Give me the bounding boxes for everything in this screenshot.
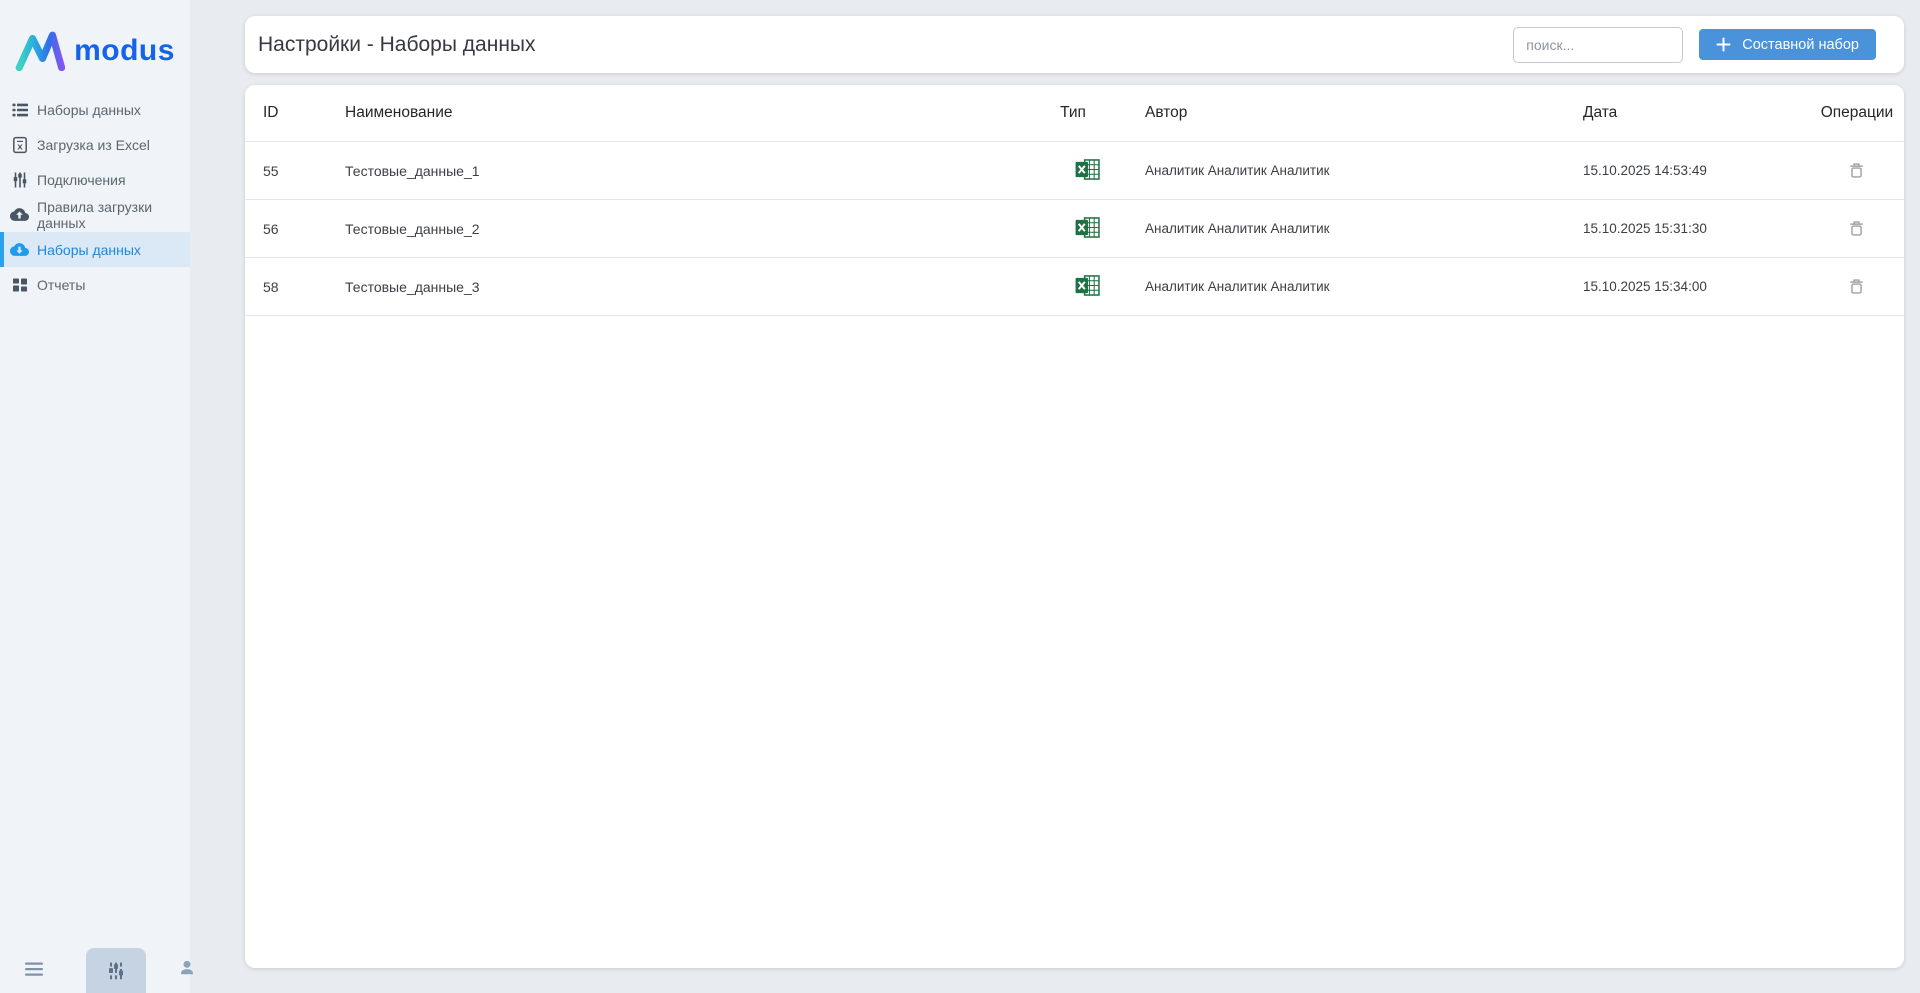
main-content: Настройки - Наборы данных Составной набо…: [190, 0, 1920, 993]
page-header: Настройки - Наборы данных Составной набо…: [245, 16, 1904, 73]
cell-operations: [1809, 199, 1904, 258]
sidebar-item-label: Правила загрузки данных: [37, 198, 153, 231]
column-header-type: Тип: [1060, 104, 1086, 121]
excel-type-icon: [1075, 158, 1100, 180]
trash-icon: [1847, 220, 1866, 241]
logo-wordmark: modus: [74, 34, 175, 67]
cell-author: Аналитик Аналитик Аналитик: [1145, 141, 1583, 200]
sidebar-footer: [0, 948, 193, 993]
excel-type-icon: [1075, 216, 1100, 238]
cell-id: 56: [245, 199, 346, 258]
column-header-author: Автор: [1145, 104, 1188, 121]
cell-type: [1060, 257, 1145, 316]
sidebar-item-label: Подключения: [37, 171, 126, 188]
datasets-table-card: ID Наименование Тип Автор Дата Операции …: [245, 85, 1904, 968]
sidebar-item-reports[interactable]: Отчеты: [0, 267, 190, 302]
delete-button[interactable]: [1845, 217, 1868, 240]
list-icon: [10, 100, 29, 119]
sidebar-item-label: Загрузка из Excel: [37, 136, 150, 153]
excel-type-icon: [1075, 274, 1100, 296]
grid-icon: [10, 275, 29, 294]
delete-button[interactable]: [1845, 159, 1868, 182]
sliders-icon: [10, 170, 29, 189]
compose-set-button-label: Составной набор: [1742, 36, 1859, 53]
cloud-upload-icon: [10, 205, 29, 224]
cell-author: Аналитик Аналитик Аналитик: [1145, 199, 1583, 258]
table-row[interactable]: 56 Тестовые_данные_2 Аналитик Аналитик А…: [245, 199, 1904, 258]
search-input[interactable]: [1513, 26, 1684, 63]
cell-date: 15.10.2025 15:31:30: [1582, 199, 1810, 258]
cell-id: 55: [245, 141, 346, 200]
modus-logo-icon: [15, 31, 66, 72]
hamburger-icon[interactable]: [24, 961, 44, 980]
sidebar-item-label: Наборы данных: [37, 101, 141, 118]
svg-text:x: x: [17, 141, 23, 152]
sidebar-item-label: Наборы данных: [37, 241, 141, 258]
table-row[interactable]: 55 Тестовые_данные_1 Аналитик Аналитик А…: [245, 141, 1904, 200]
sidebar-nav: Наборы данных x Загрузка из Excel Подклю…: [0, 92, 190, 302]
cloud-download-icon: [10, 240, 29, 259]
page-title: Настройки - Наборы данных: [258, 32, 536, 56]
sidebar-item-load-rules[interactable]: Правила загрузки данных: [0, 197, 190, 232]
app-root: modus Наборы данных x Загрузка из Excel …: [0, 0, 1920, 993]
trash-icon: [1847, 162, 1866, 183]
cell-operations: [1809, 257, 1904, 316]
cell-date: 15.10.2025 14:53:49: [1582, 141, 1810, 200]
sidebar-item-datasets-list[interactable]: Наборы данных: [0, 92, 190, 127]
cell-date: 15.10.2025 15:34:00: [1582, 257, 1810, 316]
datasets-table: ID Наименование Тип Автор Дата Операции …: [245, 85, 1904, 316]
column-header-name: Наименование: [345, 104, 453, 121]
table-header-row: ID Наименование Тип Автор Дата Операции: [245, 85, 1904, 142]
cell-name: Тестовые_данные_1: [345, 141, 1061, 200]
cell-type: [1060, 199, 1145, 258]
table-row[interactable]: 58 Тестовые_данные_3 Аналитик Аналитик А…: [245, 257, 1904, 316]
cell-author: Аналитик Аналитик Аналитик: [1145, 257, 1583, 316]
sidebar-item-datasets[interactable]: Наборы данных: [0, 232, 190, 267]
sidebar-item-excel-upload[interactable]: x Загрузка из Excel: [0, 127, 190, 162]
cell-name: Тестовые_данные_3: [345, 257, 1061, 316]
sidebar-item-label: Отчеты: [37, 276, 86, 293]
sidebar: modus Наборы данных x Загрузка из Excel …: [0, 0, 193, 993]
logo: modus: [0, 0, 190, 77]
trash-icon: [1847, 278, 1866, 299]
cell-name: Тестовые_данные_2: [345, 199, 1061, 258]
plus-icon: [1716, 37, 1731, 52]
delete-button[interactable]: [1845, 275, 1868, 298]
excel-file-icon: x: [10, 135, 29, 154]
cell-operations: [1809, 141, 1904, 200]
cell-id: 58: [245, 257, 346, 316]
settings-sliders-button[interactable]: [86, 948, 146, 993]
compose-set-button[interactable]: Составной набор: [1699, 29, 1876, 60]
column-header-operations: Операции: [1820, 104, 1894, 121]
sliders-icon: [106, 961, 126, 981]
column-header-date: Дата: [1582, 104, 1618, 121]
cell-type: [1060, 141, 1145, 200]
column-header-id: ID: [263, 104, 279, 121]
sidebar-item-connections[interactable]: Подключения: [0, 162, 190, 197]
user-icon[interactable]: [176, 957, 198, 982]
